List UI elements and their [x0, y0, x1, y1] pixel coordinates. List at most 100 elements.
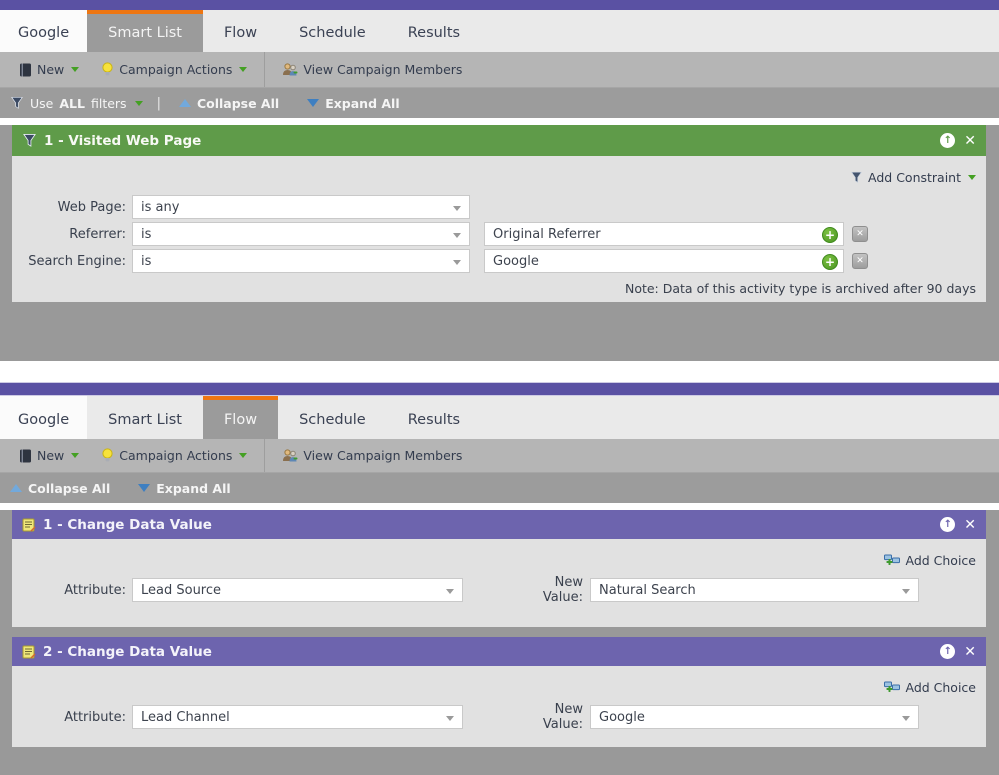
referrer-value-input[interactable]: [485, 223, 843, 245]
search-engine-value-field: +: [484, 249, 844, 273]
tab-results[interactable]: Results: [387, 396, 481, 439]
tab-schedule[interactable]: Schedule: [278, 10, 387, 52]
add-choice-button[interactable]: Add Choice: [884, 553, 976, 568]
add-choice-icon: [884, 680, 901, 694]
change-data-value-icon: [22, 645, 36, 659]
close-icon[interactable]: ✕: [964, 645, 976, 659]
expand-all-button[interactable]: Expand All: [138, 480, 231, 496]
lightbulb-icon: [101, 62, 114, 77]
search-engine-operator-select[interactable]: is: [132, 249, 470, 273]
attribute-select[interactable]: Lead Source: [132, 578, 463, 602]
campaign-actions-caret-icon: [239, 67, 248, 72]
new-button[interactable]: New: [8, 439, 90, 472]
toolbar-separator: [264, 439, 266, 472]
collapse-all-icon: [10, 484, 22, 492]
campaign-members-icon: [282, 62, 298, 77]
search-engine-row: Search Engine: is + ✕: [22, 249, 976, 273]
filter-bar: Use ALL filters | Collapse All Expand Al…: [0, 88, 999, 118]
flow-step-header[interactable]: 2 - Change Data Value ↑ ✕: [12, 637, 986, 666]
referrer-value-field: +: [484, 222, 844, 246]
use-filters-caret-icon: [134, 100, 143, 106]
referrer-operator-select[interactable]: is: [132, 222, 470, 246]
tab-google[interactable]: Google: [0, 10, 88, 52]
tab-flow[interactable]: Flow: [202, 396, 279, 439]
toolbar: New Campaign Actions View Campaign Membe…: [0, 52, 999, 88]
top-accent-bar: [0, 382, 999, 396]
expand-all-button[interactable]: Expand All: [307, 96, 400, 111]
collapse-all-button[interactable]: Collapse All: [10, 481, 110, 496]
new-label: New: [37, 448, 65, 463]
collapse-all-label: Collapse All: [28, 480, 111, 496]
tab-smart-list[interactable]: Smart List: [87, 10, 203, 52]
new-value-select[interactable]: Natural Search: [590, 578, 919, 602]
tab-google[interactable]: Google: [0, 396, 88, 439]
change-data-value-icon: [22, 518, 36, 532]
tab-flow[interactable]: Flow: [203, 10, 278, 52]
tab-smart-list[interactable]: Smart List: [87, 396, 203, 439]
use-filters-mode: ALL: [59, 95, 85, 111]
flow-step-2: 2 - Change Data Value ↑ ✕ Add Choice Att…: [12, 637, 986, 747]
add-constraint-caret-icon: [968, 174, 976, 180]
collapse-all-button[interactable]: Collapse All: [178, 96, 279, 111]
search-engine-value-input[interactable]: [485, 250, 843, 272]
chevron-down-icon: [902, 716, 910, 721]
top-accent-bar: [0, 0, 999, 10]
tabbar-flow-view: Google Smart List Flow Schedule Results: [0, 396, 999, 439]
tabbar-smart-list-view: Google Smart List Flow Schedule Results: [0, 10, 999, 52]
new-button[interactable]: New: [8, 52, 90, 87]
filter-panel-body: Add Constraint Web Page: is any Referrer…: [12, 156, 986, 302]
add-constraint-label: Add Constraint: [868, 169, 961, 185]
tab-schedule[interactable]: Schedule: [278, 396, 387, 439]
attribute-select[interactable]: Lead Channel: [132, 705, 463, 729]
campaign-actions-button[interactable]: Campaign Actions: [90, 439, 258, 472]
new-notebook-icon: [19, 63, 32, 77]
move-up-icon[interactable]: ↑: [940, 644, 956, 659]
chevron-down-icon: [453, 260, 461, 265]
web-page-row: Web Page: is any: [22, 195, 976, 219]
campaign-actions-button[interactable]: Campaign Actions: [90, 52, 258, 87]
expand-all-label: Expand All: [156, 480, 231, 496]
add-value-plus-icon[interactable]: +: [822, 254, 838, 270]
move-up-icon[interactable]: ↑: [940, 133, 956, 148]
campaign-members-icon: [282, 448, 298, 463]
remove-referrer-icon[interactable]: ✕: [852, 226, 868, 242]
filter-funnel-icon: [22, 133, 37, 148]
add-choice-button[interactable]: Add Choice: [884, 680, 976, 695]
use-filters-pre: Use: [30, 95, 54, 111]
constraint-funnel-icon: [850, 171, 863, 184]
add-constraint-button[interactable]: Add Constraint: [850, 170, 976, 185]
close-icon[interactable]: ✕: [964, 134, 976, 148]
remove-search-engine-icon[interactable]: ✕: [852, 253, 868, 269]
collapse-all-icon: [178, 99, 191, 107]
flow-canvas: 1 - Change Data Value ↑ ✕ Add Choice Att…: [0, 510, 999, 775]
toolbar-separator: [264, 52, 266, 87]
flow-step-header[interactable]: 1 - Change Data Value ↑ ✕: [12, 510, 986, 539]
new-value-label: New Value:: [542, 702, 583, 732]
smart-list-canvas: 1 - Visited Web Page ↑ ✕ Add Constraint: [0, 125, 999, 361]
flow-section: Google Smart List Flow Schedule Results …: [0, 382, 999, 775]
move-up-icon[interactable]: ↑: [940, 517, 956, 532]
lightbulb-icon: [101, 448, 114, 463]
chevron-down-icon: [446, 589, 454, 594]
archive-note: Note: Data of this activity type is arch…: [624, 281, 976, 296]
new-value-select[interactable]: Google: [590, 705, 919, 729]
view-campaign-members-button[interactable]: View Campaign Members: [271, 439, 473, 472]
chevron-down-icon: [453, 233, 461, 238]
add-value-plus-icon[interactable]: +: [822, 227, 838, 243]
change-data-row: Attribute: Lead Source New Value: Natura…: [22, 575, 976, 605]
new-value-label: New Value:: [542, 575, 583, 605]
add-choice-label: Add Choice: [905, 679, 976, 695]
view-campaign-members-label: View Campaign Members: [303, 448, 463, 463]
flow-step-title: 2 - Change Data Value: [43, 643, 212, 660]
use-all-filters-control[interactable]: Use ALL filters: [10, 96, 143, 111]
close-icon[interactable]: ✕: [964, 518, 976, 532]
view-campaign-members-button[interactable]: View Campaign Members: [271, 52, 473, 87]
flow-bar: Collapse All Expand All: [0, 473, 999, 503]
expand-all-icon: [307, 99, 320, 107]
web-page-operator-select[interactable]: is any: [132, 195, 470, 219]
attribute-value: Lead Source: [141, 582, 222, 598]
tab-results[interactable]: Results: [387, 10, 481, 52]
flow-step-body: Add Choice Attribute: Lead Source New Va…: [12, 539, 986, 627]
section-gap: [0, 361, 999, 382]
filter-panel-header[interactable]: 1 - Visited Web Page ↑ ✕: [12, 125, 986, 156]
